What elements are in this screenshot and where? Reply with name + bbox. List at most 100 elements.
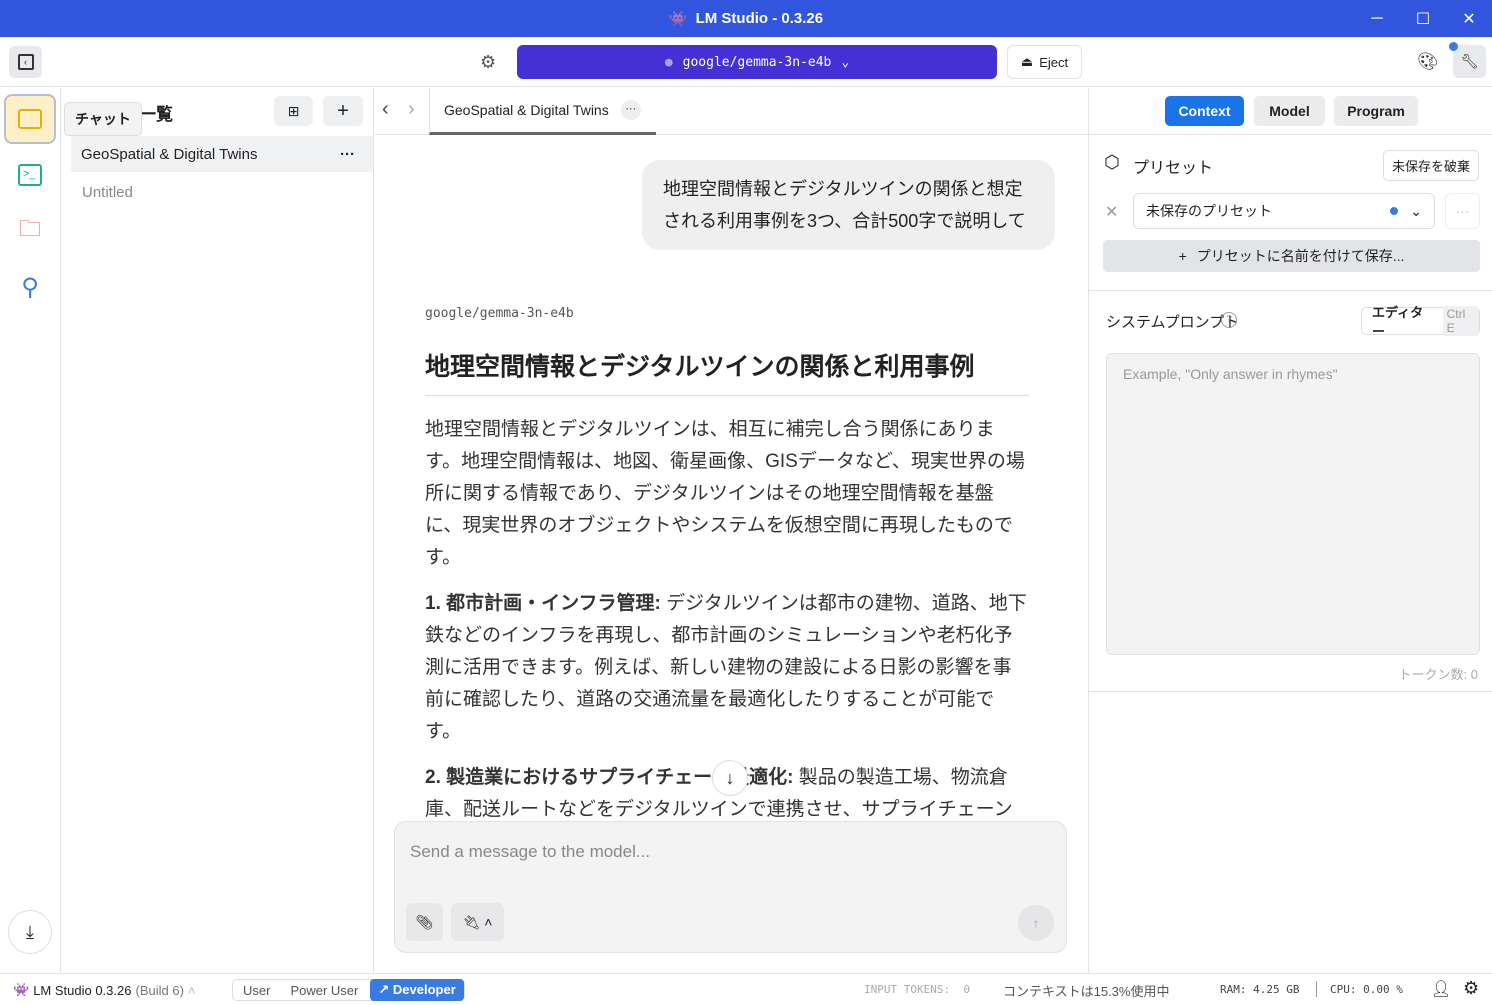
mode-developer[interactable]: ↗ Developer	[370, 979, 464, 1001]
attach-button[interactable]: 📎︎	[406, 903, 443, 941]
window-title: LM Studio - 0.3.26	[695, 10, 824, 27]
sidebar-title: 一覧	[139, 105, 173, 124]
preset-more-button[interactable]: ···	[1445, 193, 1480, 229]
chat-list-item[interactable]: GeoSpatial & Digital Twins ···	[71, 136, 373, 172]
eject-label: Eject	[1039, 54, 1069, 70]
cpu-usage: CPU: 0.00 %	[1330, 983, 1403, 996]
palette-icon[interactable]: 🎨︎	[1417, 52, 1439, 72]
model-selector[interactable]: ● google/gemma-3n-e4b ⌄	[517, 45, 997, 79]
tab-label: GeoSpatial & Digital Twins	[444, 102, 609, 118]
chat-main: ‹ › GeoSpatial & Digital Twins ··· 地理空間情報…	[374, 88, 1088, 973]
sidebar-collapse-icon: ‹	[17, 54, 34, 70]
settings-gear-icon[interactable]: ⚙	[1463, 978, 1479, 999]
tab-context[interactable]: Context	[1165, 96, 1244, 126]
unsaved-dot	[1390, 207, 1399, 215]
message-input-box[interactable]: Send a message to the model... 📎︎ 🔌︎ ˄ ↑	[394, 821, 1067, 953]
wrench-icon: 🔧︎	[1460, 53, 1479, 69]
more-icon[interactable]: ···	[340, 146, 355, 163]
token-count: トークン数: 0	[1398, 667, 1478, 682]
new-folder-button[interactable]: ⊞	[274, 96, 313, 126]
app-logo-icon: 👾	[668, 10, 688, 28]
app-logo-icon: 👾	[13, 982, 30, 997]
maximize-button[interactable]: ☐	[1400, 0, 1446, 37]
response-intro: 地理空間情報とデジタルツインは、相互に補完し合う関係にあります。地理空間情報は、…	[425, 419, 1025, 568]
folder-plus-icon: ⊞	[287, 102, 300, 119]
chat-list-item[interactable]: Untitled	[82, 184, 133, 201]
right-panel: Context Model Program ⬡ プリセット 未保存を破棄 ✕ 未…	[1088, 88, 1492, 973]
preset-select[interactable]: 未保存のプリセット ⌄	[1133, 193, 1435, 229]
tooltip: チャット	[64, 102, 142, 136]
model-name: google/gemma-3n-e4b	[682, 54, 832, 70]
mode-switcher: User Power User ↗ Developer	[232, 979, 465, 1001]
downloads-button[interactable]: ⤓	[8, 910, 52, 954]
context-usage: コンテキストは15.3%使用中	[1003, 984, 1170, 999]
status-bar: 👾 LM Studio 0.3.26 (Build 6) ˄ User Power U…	[0, 973, 1492, 1005]
back-icon[interactable]: ‹	[382, 98, 389, 121]
discard-unsaved-button[interactable]: 未保存を破棄	[1383, 150, 1480, 181]
cube-icon: ⬡	[1104, 152, 1120, 172]
mode-user[interactable]: User	[233, 983, 280, 998]
toggle-sidebar-button[interactable]: ‹	[9, 46, 42, 78]
robot-icon: ●	[664, 54, 673, 70]
message-input[interactable]: Send a message to the model...	[410, 842, 650, 862]
chevron-down-icon: ⌄	[841, 54, 850, 70]
plus-icon: +	[337, 99, 349, 122]
app-version[interactable]: 👾 LM Studio 0.3.26 (Build 6) ˄	[13, 982, 196, 998]
editor-button[interactable]: エディター Ctrl E	[1361, 305, 1480, 339]
save-preset-label: プリセットに名前を付けて保存...	[1196, 248, 1405, 264]
close-button[interactable]: ✕	[1446, 0, 1492, 37]
paperclip-icon: 📎︎	[415, 913, 434, 930]
nav-my-models[interactable]: 🗀	[4, 206, 56, 256]
terminal-icon: >_	[18, 164, 42, 186]
send-button[interactable]: ↑	[1018, 905, 1054, 941]
preset-value: 未保存のプリセット	[1146, 203, 1272, 219]
clear-preset-icon[interactable]: ✕	[1105, 202, 1118, 222]
notification-dot	[1449, 42, 1458, 51]
nav-chat[interactable]	[4, 94, 56, 144]
input-tokens: INPUT TOKENS: 0	[864, 983, 970, 996]
save-preset-button[interactable]: + プリセットに名前を付けて保存...	[1103, 240, 1480, 272]
plus-icon: +	[1178, 248, 1187, 264]
tab-model[interactable]: Model	[1254, 96, 1325, 126]
item-title: 1. 都市計画・インフラ管理:	[425, 593, 661, 614]
plug-icon: 🔌︎ ˄	[462, 913, 493, 930]
response-item: 1. 都市計画・インフラ管理: デジタルツインは都市の建物、道路、地下鉄などのイ…	[425, 588, 1029, 748]
chevron-down-icon: ⌄	[1410, 202, 1422, 219]
plugins-button[interactable]: 🔌︎ ˄	[451, 903, 504, 941]
shortcut-hint: Ctrl E	[1442, 306, 1479, 336]
download-icon: ⤓	[26, 921, 34, 942]
editor-label: エディター	[1372, 305, 1424, 339]
nav-discover[interactable]: ⚲	[4, 262, 56, 312]
more-icon[interactable]: ···	[620, 100, 641, 120]
nav-developer[interactable]: >_	[4, 150, 56, 200]
system-prompt-label: システムプロンプト	[1106, 314, 1240, 331]
tab-chat[interactable]: GeoSpatial & Digital Twins ···	[429, 88, 656, 135]
minimize-button[interactable]: ─	[1354, 0, 1400, 37]
mode-power-user[interactable]: Power User	[280, 983, 370, 998]
preset-label: プリセット	[1133, 160, 1214, 177]
tab-program[interactable]: Program	[1334, 96, 1418, 126]
search-icon: ⚲	[21, 273, 39, 301]
ram-usage: RAM: 4.25 GB	[1220, 983, 1300, 996]
arrow-up-icon: ↑	[1032, 915, 1040, 931]
help-icon[interactable]: ?	[1221, 312, 1237, 328]
response-heading: 地理空間情報とデジタルツインの関係と利用事例	[425, 334, 1029, 396]
build-label: (Build 6)	[135, 982, 184, 998]
chat-title: GeoSpatial & Digital Twins	[81, 145, 258, 163]
nav-rail: >_ 🗀 ⚲ ⤓	[0, 88, 61, 973]
user-message: 地理空間情報とデジタルツインの関係と想定される利用事例を3つ、合計500字で説明…	[642, 160, 1055, 250]
developer-tools-button[interactable]: 🔧︎	[1453, 45, 1486, 78]
new-chat-button[interactable]: +	[323, 96, 363, 126]
version-label: LM Studio 0.3.26	[33, 982, 132, 998]
settings-gear-icon[interactable]: ⚙	[480, 52, 496, 73]
developer-label: Developer	[392, 982, 456, 997]
arrow-down-icon: ↓	[725, 767, 735, 788]
eject-button[interactable]: ⏏ Eject	[1007, 45, 1082, 79]
system-prompt-input[interactable]: Example, "Only answer in rhymes"	[1106, 353, 1480, 655]
user-icon[interactable]: 👤︎	[1431, 979, 1451, 999]
forward-icon[interactable]: ›	[408, 98, 415, 121]
scroll-down-button[interactable]: ↓	[712, 760, 748, 796]
model-name-label: google/gemma-3n-e4b	[425, 306, 574, 321]
chat-sidebar: 一覧 ⊞ + GeoSpatial & Digital Twins ··· Unt…	[61, 88, 374, 973]
folder-icon: 🗀	[18, 216, 41, 241]
